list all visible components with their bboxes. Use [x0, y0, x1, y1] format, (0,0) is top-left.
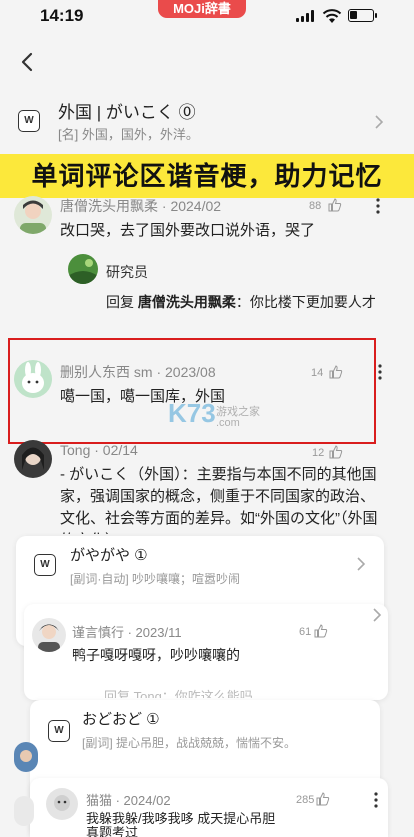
- comment-username[interactable]: 谨言慎行 · 2023/11: [72, 622, 182, 641]
- watermark-logo: K73 游戏之家 .com: [168, 398, 260, 429]
- thumbs-up-icon[interactable]: [314, 624, 328, 638]
- chevron-right-icon[interactable]: [374, 115, 384, 129]
- chevron-right-icon[interactable]: [356, 557, 366, 571]
- more-icon[interactable]: [378, 364, 382, 380]
- word-icon: W: [48, 720, 70, 742]
- comment-username[interactable]: Tong · 02/14: [60, 442, 138, 458]
- comment-username[interactable]: 唐僧洗头用飘柔 · 2024/02: [60, 196, 221, 216]
- avatar[interactable]: [46, 788, 78, 820]
- obscured-reply-text: 回复 Tong：你咋这么能吗: [104, 689, 253, 698]
- avatar[interactable]: [14, 796, 34, 826]
- word-title[interactable]: 外国 | がいこく ⓪: [58, 98, 196, 123]
- wifi-icon: [322, 9, 342, 23]
- avatar[interactable]: [14, 742, 38, 772]
- avatar[interactable]: [14, 440, 52, 478]
- popup-word-title[interactable]: おどおど ①: [82, 708, 160, 729]
- back-chevron-icon[interactable]: [16, 50, 40, 74]
- reply-username[interactable]: 研究员: [106, 262, 148, 282]
- reply-body: ：你比楼下更加要人才: [235, 294, 376, 310]
- like-count: 88: [309, 200, 322, 212]
- like-count: 285: [296, 794, 315, 806]
- popup-comment-card: 猫猫 · 2024/02 285 我躲我躲/我哆我哆 成天提心吊胆 真题考过: [30, 778, 388, 837]
- more-icon[interactable]: [374, 792, 378, 808]
- reply-prefix: 回复: [106, 294, 134, 310]
- comment-text: 鸭子嘎呀嘎呀，吵吵嚷嚷的: [72, 647, 240, 663]
- popup-comment-card: 谨言慎行 · 2023/11 61 鸭子嘎呀嘎呀，吵吵嚷嚷的 回复 Tong：你…: [24, 604, 388, 700]
- thumbs-up-icon[interactable]: [328, 198, 342, 212]
- word-icon: W: [18, 110, 40, 132]
- app-badge: MOJi辞書: [158, 0, 246, 18]
- popup-word-definition: [副词·自动] 吵吵嚷嚷；喧嚣吵闹: [70, 572, 240, 586]
- word-definition: [名] 外国，国外，外洋。: [58, 127, 199, 142]
- more-icon[interactable]: [376, 198, 380, 214]
- avatar[interactable]: [32, 618, 66, 652]
- thumbs-up-icon[interactable]: [329, 445, 343, 459]
- like-count: 61: [299, 626, 312, 638]
- status-bar: 14:19 MOJi辞書: [0, 0, 414, 34]
- thumbs-up-icon[interactable]: [316, 792, 330, 806]
- comment-text: 我躲我躲/我哆我哆 成天提心吊胆: [86, 811, 276, 826]
- comment-text: 改口哭，去了国外要改口说外语，哭了: [60, 222, 316, 239]
- reply-text: 回复 唐僧洗头用飘柔：你比楼下更加要人才: [106, 292, 376, 312]
- avatar[interactable]: [14, 196, 52, 234]
- popup-word-title[interactable]: がやがや ①: [70, 544, 148, 565]
- reply-target[interactable]: 唐僧洗头用飘柔: [138, 294, 236, 310]
- signal-icon: [296, 10, 316, 22]
- comment-text: - がいこく（外国）：主要指与本国不同的其他国家，强调国家的概念，侧重于不同国家…: [60, 466, 378, 534]
- promo-banner: 单词评论区谐音梗，助力记忆: [0, 154, 414, 198]
- avatar[interactable]: [68, 254, 98, 284]
- comment-text-line2: 真题考过: [86, 826, 139, 837]
- like-count: 12: [312, 447, 325, 459]
- chevron-right-icon[interactable]: [372, 608, 382, 622]
- comment-username[interactable]: 猫猫 · 2024/02: [86, 790, 171, 809]
- status-time: 14:19: [40, 6, 84, 25]
- word-icon: W: [34, 554, 56, 576]
- popup-word-definition: [副词] 提心吊胆，战战兢兢，惴惴不安。: [82, 736, 297, 750]
- battery-icon: [348, 9, 377, 22]
